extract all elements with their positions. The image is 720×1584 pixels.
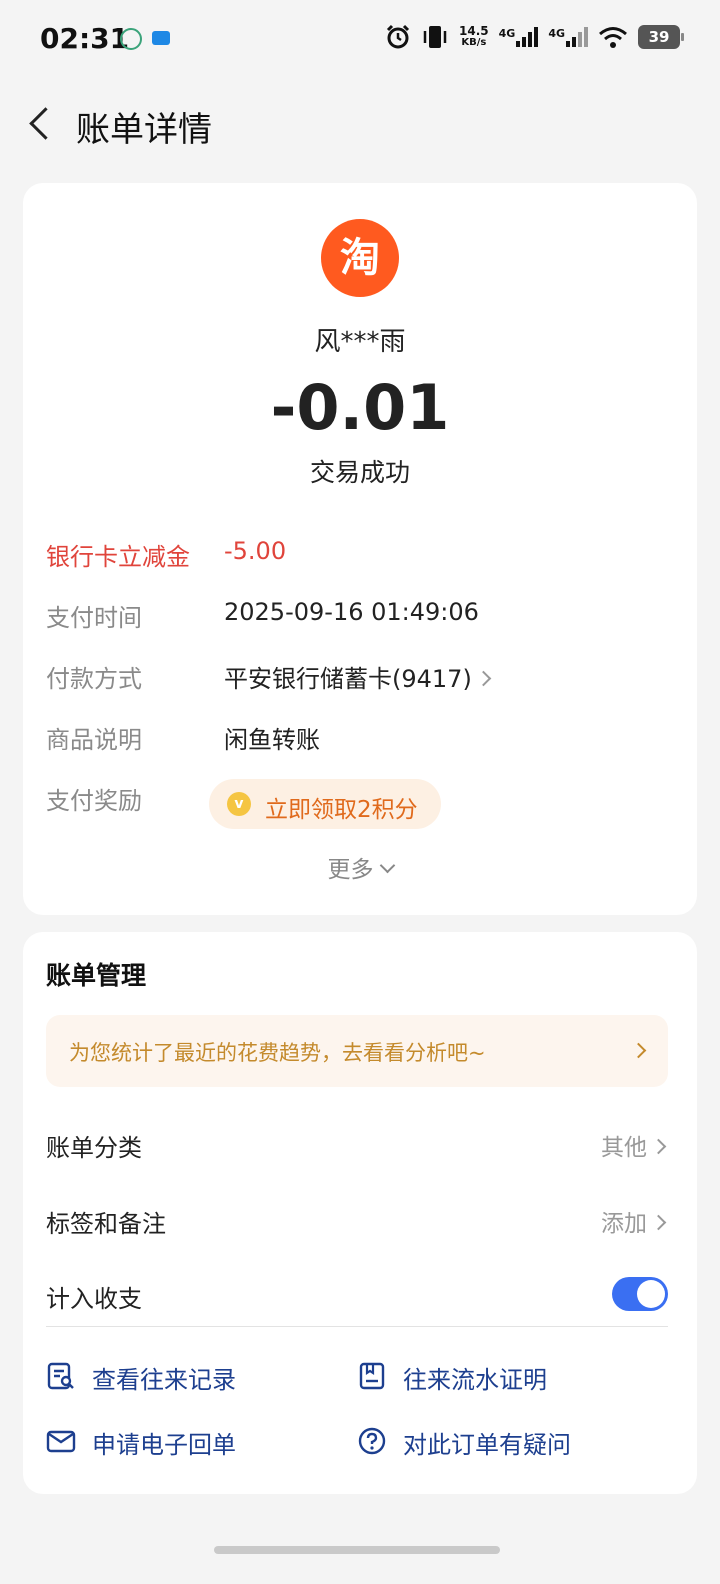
status-time: 02:31	[40, 22, 130, 55]
add-tag-value: 添加	[601, 1211, 647, 1237]
signal-indicator-2: 4G	[548, 27, 588, 47]
signal-type-label: 4G	[498, 27, 516, 40]
detail-label: 支付时间	[46, 604, 142, 632]
order-question-button[interactable]: 对此订单有疑问	[357, 1419, 657, 1463]
signal-bars-icon	[566, 27, 588, 47]
transaction-proof-button[interactable]: 往来流水证明	[357, 1354, 657, 1398]
coin-icon: v	[227, 792, 251, 816]
action-label: 申请电子回单	[92, 1431, 236, 1459]
chevron-right-icon	[650, 1138, 667, 1155]
more-button[interactable]: 更多	[23, 850, 697, 884]
include-in-budget-toggle[interactable]	[612, 1277, 668, 1311]
include-in-budget-row: 计入收支	[46, 1265, 668, 1325]
spending-trend-banner[interactable]: 为您统计了最近的花费趋势，去看看分析吧~	[46, 1015, 668, 1087]
record-search-icon	[47, 1362, 74, 1390]
detail-row-description: 商品说明 闲鱼转账	[46, 716, 676, 756]
row-label: 账单分类	[46, 1134, 142, 1162]
transaction-amount: -0.01	[270, 371, 450, 444]
more-label: 更多	[327, 857, 374, 883]
taobao-logo-icon: 淘	[321, 219, 399, 297]
request-e-receipt-button[interactable]: 申请电子回单	[46, 1419, 336, 1463]
detail-value: -5.00	[224, 537, 287, 565]
network-speed-value: 14.5	[459, 24, 489, 38]
merchant-name: 风***雨	[314, 327, 406, 357]
signal-type-label: 4G	[548, 27, 565, 40]
detail-label: 付款方式	[46, 665, 142, 693]
row-value: 其他	[601, 1128, 667, 1162]
detail-row-discount: 银行卡立减金 -5.00	[46, 533, 676, 573]
claim-points-button[interactable]: v 立即领取2积分	[209, 779, 441, 829]
transaction-card: 淘 风***雨 -0.01 交易成功 银行卡立减金 -5.00 支付时间 202…	[23, 183, 697, 915]
app-notification-icon-2	[152, 31, 170, 45]
detail-row-pay-time: 支付时间 2025-09-16 01:49:06	[46, 594, 676, 634]
detail-label: 银行卡立减金	[46, 543, 190, 571]
detail-label: 支付奖励	[46, 787, 142, 815]
row-label: 计入收支	[46, 1285, 142, 1313]
wifi-icon	[599, 27, 627, 48]
page-title: 账单详情	[76, 110, 212, 150]
vibrate-icon	[423, 26, 447, 48]
bill-management-card: 账单管理 为您统计了最近的花费趋势，去看看分析吧~ 账单分类 其他 标签和备注 …	[23, 932, 697, 1494]
network-speed: 14.5 KB/s	[459, 25, 489, 49]
status-icons: 14.5 KB/s 4G 4G 39	[385, 24, 684, 50]
document-icon	[359, 1362, 385, 1390]
alarm-icon	[386, 24, 410, 49]
chevron-right-icon	[630, 1042, 647, 1059]
detail-value: 2025-09-16 01:49:06	[224, 598, 479, 626]
signal-indicator-1: 4G	[499, 27, 539, 47]
battery-icon: 39	[638, 25, 684, 49]
section-title: 账单管理	[46, 961, 147, 990]
signal-bars-icon	[516, 27, 539, 47]
chevron-down-icon	[379, 857, 395, 874]
banner-text: 为您统计了最近的花费趋势，去看看分析吧~	[69, 1041, 486, 1065]
home-indicator[interactable]	[214, 1546, 500, 1554]
network-speed-unit: KB/s	[461, 37, 487, 48]
chevron-right-icon	[650, 1214, 667, 1231]
action-label: 对此订单有疑问	[403, 1431, 571, 1459]
mail-icon	[46, 1430, 76, 1453]
chevron-right-icon	[475, 670, 492, 686]
page-header: 账单详情	[0, 90, 720, 160]
tags-notes-row[interactable]: 标签和备注 添加	[46, 1190, 668, 1250]
claim-points-label: 立即领取2积分	[265, 797, 418, 823]
transaction-status: 交易成功	[309, 458, 410, 487]
category-value: 其他	[601, 1135, 647, 1161]
status-bar: 02:31 14.5 KB/s 4G 4G 39	[0, 0, 720, 80]
action-label: 查看往来记录	[92, 1366, 236, 1394]
row-label: 标签和备注	[46, 1210, 166, 1238]
detail-row-payment-method[interactable]: 付款方式 平安银行储蓄卡(9417)	[46, 655, 676, 695]
detail-value: 平安银行储蓄卡(9417)	[224, 665, 472, 693]
row-value: 添加	[601, 1204, 667, 1238]
bill-category-row[interactable]: 账单分类 其他	[46, 1114, 668, 1174]
app-notification-icon	[120, 28, 142, 50]
back-arrow-icon[interactable]	[22, 102, 58, 148]
payment-method-value: 平安银行储蓄卡(9417)	[224, 659, 492, 694]
detail-label: 商品说明	[46, 726, 142, 754]
action-label: 往来流水证明	[403, 1366, 547, 1394]
divider	[46, 1326, 668, 1327]
question-icon	[358, 1427, 386, 1455]
view-transaction-history-button[interactable]: 查看往来记录	[46, 1354, 336, 1398]
detail-value: 闲鱼转账	[224, 726, 320, 754]
